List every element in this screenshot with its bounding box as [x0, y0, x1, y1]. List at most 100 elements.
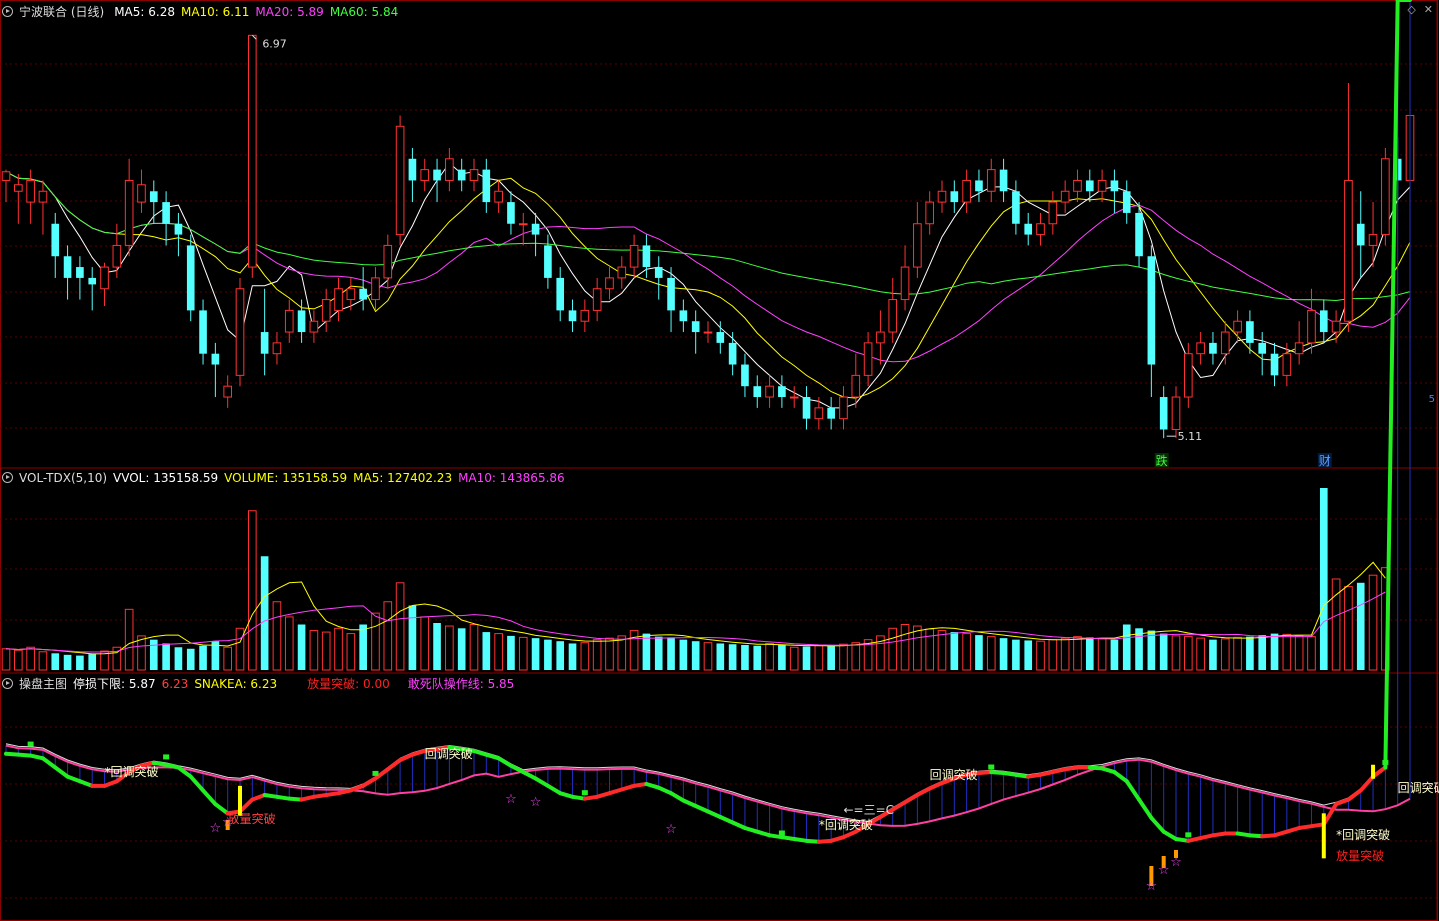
snakea-value: SNAKEA: 6.23 [194, 677, 278, 691]
volume-bar [88, 654, 97, 670]
candle-body [900, 266, 910, 301]
snake-line-segment [1383, 0, 1400, 770]
candle-body [1344, 179, 1353, 322]
operation-line-value: 敢死队操作线: 5.85 [407, 677, 515, 691]
volume-value: VOLUME: 135158.59 [224, 471, 348, 485]
signal-dot [372, 770, 379, 776]
volume-bar [1319, 488, 1328, 670]
candle-body [568, 310, 577, 322]
snake-line-segment [890, 800, 908, 812]
volume-bar [1085, 637, 1094, 670]
volume-bar [1258, 635, 1267, 670]
candle-body [986, 169, 996, 192]
volume-bar [162, 643, 170, 670]
panel-toggle-icon[interactable] [2, 6, 13, 17]
candle-body [975, 180, 983, 192]
volume-bar [703, 642, 713, 671]
volume-bar [51, 653, 60, 670]
volume-bar [1097, 638, 1107, 671]
volume-bar [1147, 630, 1156, 670]
candle-body [137, 184, 146, 203]
candle-body [839, 396, 848, 420]
stock-chart[interactable]: 6.975.11跌 财5☆ ☆☆ ☆☆☆☆☆*回调突破放量突破回调突破回调突破*回调突… [0, 0, 1439, 921]
candle-body [1135, 212, 1143, 257]
volume-bar [1344, 586, 1353, 671]
candle-body [420, 169, 430, 181]
snake-line-segment [53, 765, 70, 779]
snake-line-segment [201, 788, 218, 807]
volume-bar [888, 627, 898, 671]
star-icon: ☆ [210, 821, 222, 836]
panel-controls: ◇ ✕ [1399, 3, 1433, 16]
candle-body [789, 396, 799, 399]
candle-body [1294, 342, 1304, 355]
x-close-icon[interactable]: ✕ [1424, 3, 1433, 16]
snake-line-segment [398, 752, 415, 763]
indicator-toggle-icon[interactable] [2, 678, 13, 689]
candle-body [297, 310, 306, 333]
candle-body [186, 245, 195, 311]
snake-line-segment [718, 815, 735, 825]
signal-dot [988, 764, 995, 770]
candle-body [371, 277, 380, 301]
signal-dot [163, 754, 170, 760]
volume-bar [592, 639, 602, 671]
candle-body [1220, 331, 1230, 355]
volume-bar [297, 624, 306, 670]
volume-bar [383, 601, 393, 671]
candle-body [309, 320, 319, 333]
snake-line-segment [213, 802, 230, 816]
snake-line-segment [915, 786, 932, 797]
volume-bar [359, 624, 367, 670]
volume-bar [1073, 636, 1082, 671]
candle-body [174, 223, 183, 235]
volume-bar [260, 556, 269, 670]
candle-body [741, 364, 749, 387]
ma5-value: MA5: 6.28 [114, 5, 175, 19]
candle-body [124, 179, 134, 246]
indicator-label: ←=三=C [843, 803, 894, 817]
diamond-icon[interactable]: ◇ [1407, 3, 1415, 16]
volume-bar [667, 637, 675, 670]
candle-body [38, 190, 48, 203]
volume-bar [247, 510, 257, 671]
volume-bar [494, 633, 503, 671]
candle-body [235, 288, 245, 376]
candle-body [999, 169, 1008, 192]
snake-line-segment [533, 776, 550, 788]
star-icon: ☆ [1158, 863, 1170, 878]
snake-line-segment [508, 763, 526, 775]
volume-bar [235, 627, 245, 671]
volume-bar [76, 655, 84, 670]
volume-bar [1, 648, 11, 671]
marker-drop: 跌 [1156, 453, 1168, 468]
candle-body [112, 244, 122, 268]
volume-bar [1171, 635, 1181, 671]
volume-bar [999, 638, 1008, 670]
candle-body [592, 288, 602, 311]
candle-body [1356, 223, 1365, 246]
candle-body [51, 223, 60, 257]
volume-bar [1122, 624, 1131, 670]
volume-bar [1012, 639, 1020, 670]
candle-body [691, 321, 700, 333]
volume-bar [371, 612, 380, 671]
indicator-label: 回调突破 [425, 746, 473, 761]
stop-loss-upper: 6.23 [161, 677, 189, 691]
volume-toggle-icon[interactable] [2, 472, 13, 483]
volume-bar [1209, 639, 1217, 670]
snake-line-segment [385, 758, 403, 772]
volume-bar [691, 641, 700, 670]
candle-body [913, 223, 922, 268]
volume-bar [1220, 638, 1230, 671]
vol-ma5-value: MA5: 127402.23 [353, 471, 453, 485]
volume-bar [568, 643, 577, 670]
candle-body [149, 191, 158, 203]
volume-bar [765, 642, 774, 671]
candle-body [100, 266, 109, 290]
candle-body [1319, 310, 1328, 333]
snake-line-segment [1112, 770, 1129, 784]
candle-body [247, 34, 257, 268]
volume-bar [802, 646, 811, 670]
candle-body [851, 374, 861, 398]
